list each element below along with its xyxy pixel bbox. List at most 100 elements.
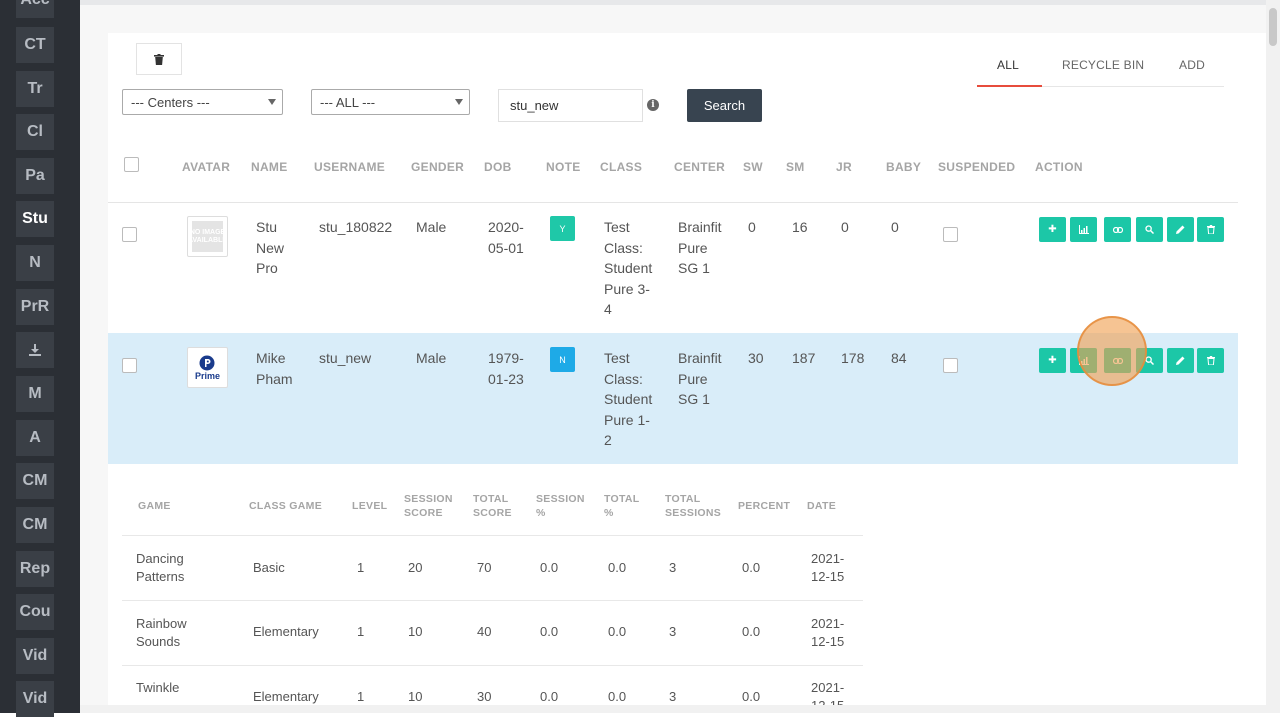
sidebar-item-a[interactable]: A (16, 420, 54, 456)
header-line: % (604, 507, 614, 519)
sidebar-item-cou[interactable]: Cou (16, 594, 54, 630)
game-total-pct: 0.0 (608, 560, 627, 575)
game-class: Basic (253, 560, 285, 575)
link-button[interactable] (1104, 217, 1131, 242)
sidebar-item-m[interactable]: M (16, 376, 54, 412)
name-line: New (256, 239, 285, 256)
sidebar-item-label: PrR (20, 298, 50, 315)
student-center: Brainfit Pure SG 1 (678, 348, 722, 410)
suspended-checkbox[interactable] (943, 227, 958, 242)
sidebar-item-tr[interactable]: Tr (16, 71, 54, 107)
scrollbar-thumb[interactable] (1269, 8, 1277, 46)
sidebar-item-label: Vid (22, 690, 48, 707)
game-total-sessions: 3 (669, 624, 677, 639)
student-jr: 178 (841, 350, 865, 366)
vertical-scrollbar[interactable] (1266, 0, 1280, 713)
dob-line: 05-01 (488, 239, 524, 256)
add-button[interactable]: ✚ (1039, 217, 1066, 242)
note-badge[interactable]: N (550, 347, 575, 372)
name-line: Pro (256, 260, 278, 276)
delete-button[interactable] (1197, 348, 1224, 373)
sidebar-item-cm-2[interactable]: CM (16, 507, 54, 543)
add-button[interactable]: ✚ (1039, 348, 1066, 373)
game-name: Dancing Patterns (136, 550, 184, 585)
prime-logo: Prime (195, 355, 220, 381)
row-divider (122, 665, 863, 666)
sidebar-item-acc[interactable]: Acc (16, 0, 54, 18)
edit-button[interactable] (1167, 217, 1194, 242)
suspended-checkbox[interactable] (943, 358, 958, 373)
column-header-suspended: SUSPENDED (938, 160, 1016, 174)
sidebar-item-label: Cou (19, 603, 51, 620)
date-line: 12-15 (811, 568, 845, 584)
header-line: SESSION (536, 493, 585, 505)
games-header-percent: PERCENT (738, 500, 791, 512)
column-header-gender: GENDER (411, 160, 465, 174)
game-total-sessions: 3 (669, 689, 677, 704)
date-line: 2021- (811, 551, 845, 566)
search-button[interactable]: Search (687, 89, 762, 122)
game-percent: 0.0 (742, 689, 761, 704)
select-all-checkbox[interactable] (124, 157, 139, 172)
student-jr: 0 (841, 219, 849, 235)
column-header-username: USERNAME (314, 160, 386, 174)
sidebar-item-vid-2[interactable]: Vid (16, 681, 54, 717)
sidebar-item-prr[interactable]: PrR (16, 289, 54, 325)
games-header-game: GAME (138, 500, 171, 512)
info-icon[interactable]: i (647, 99, 659, 111)
prime-logo-text: Prime (194, 370, 220, 381)
game-session-pct: 0.0 (540, 624, 559, 639)
sidebar-item-label: M (28, 385, 42, 402)
row-divider (122, 600, 863, 601)
game-class: Elementary (253, 624, 319, 639)
sidebar-item-download[interactable] (16, 332, 54, 368)
row-checkbox[interactable] (122, 227, 137, 242)
game-session-pct: 0.0 (540, 689, 559, 704)
sidebar-item-label: Rep (19, 560, 51, 577)
row-divider (122, 535, 863, 536)
delete-button[interactable] (1197, 217, 1224, 242)
status-select[interactable]: --- ALL --- (311, 89, 470, 115)
row-checkbox[interactable] (122, 358, 137, 373)
note-badge[interactable]: Y (550, 216, 575, 241)
center-line: SG 1 (678, 391, 710, 407)
game-name-line: Twinkle (136, 680, 180, 695)
sidebar-item-ct[interactable]: CT (16, 27, 54, 63)
column-header-avatar: AVATAR (182, 160, 231, 174)
tab-recycle-bin[interactable]: RECYCLE BIN (1062, 58, 1144, 72)
centers-select-value: --- Centers --- (131, 95, 210, 110)
column-header-sw: SW (743, 160, 763, 174)
dob-line: 01-23 (488, 370, 524, 387)
sidebar-item-vid[interactable]: Vid (16, 638, 54, 674)
sidebar: Acc CT Tr Cl Pa Stu N PrR M A CM CM Rep … (0, 0, 80, 717)
game-date: 2021- 12-15 (811, 550, 844, 585)
sidebar-item-label: CM (22, 516, 48, 533)
sidebar-item-cm[interactable]: CM (16, 463, 54, 499)
sidebar-item-rep[interactable]: Rep (16, 551, 54, 587)
class-line: Pure 3- (604, 280, 650, 297)
sidebar-item-stu[interactable]: Stu (16, 201, 54, 237)
game-total-score: 70 (477, 560, 492, 575)
games-header-class-game: CLASS GAME (249, 500, 323, 512)
header-line: TOTAL (604, 493, 640, 505)
search-input[interactable]: stu_new (498, 89, 643, 122)
tab-all[interactable]: ALL (997, 58, 1019, 72)
game-name-line: Dancing (136, 551, 184, 566)
tab-add[interactable]: ADD (1179, 58, 1205, 72)
sidebar-item-pa[interactable]: Pa (16, 158, 54, 194)
chevron-down-icon (268, 99, 276, 105)
centers-select[interactable]: --- Centers --- (122, 89, 283, 115)
horizontal-scrollbar[interactable] (80, 705, 1266, 713)
column-header-dob: DOB (484, 160, 512, 174)
stats-button[interactable] (1070, 217, 1097, 242)
download-icon (29, 344, 41, 356)
view-button[interactable] (1136, 217, 1163, 242)
class-line: Class: (604, 370, 643, 387)
class-line: 2 (604, 432, 612, 448)
sidebar-item-n[interactable]: N (16, 245, 54, 281)
edit-button[interactable] (1167, 348, 1194, 373)
click-indicator (1077, 316, 1147, 386)
sidebar-item-cl[interactable]: Cl (16, 114, 54, 150)
student-baby: 84 (891, 350, 907, 366)
bulk-delete-button[interactable] (136, 43, 182, 75)
